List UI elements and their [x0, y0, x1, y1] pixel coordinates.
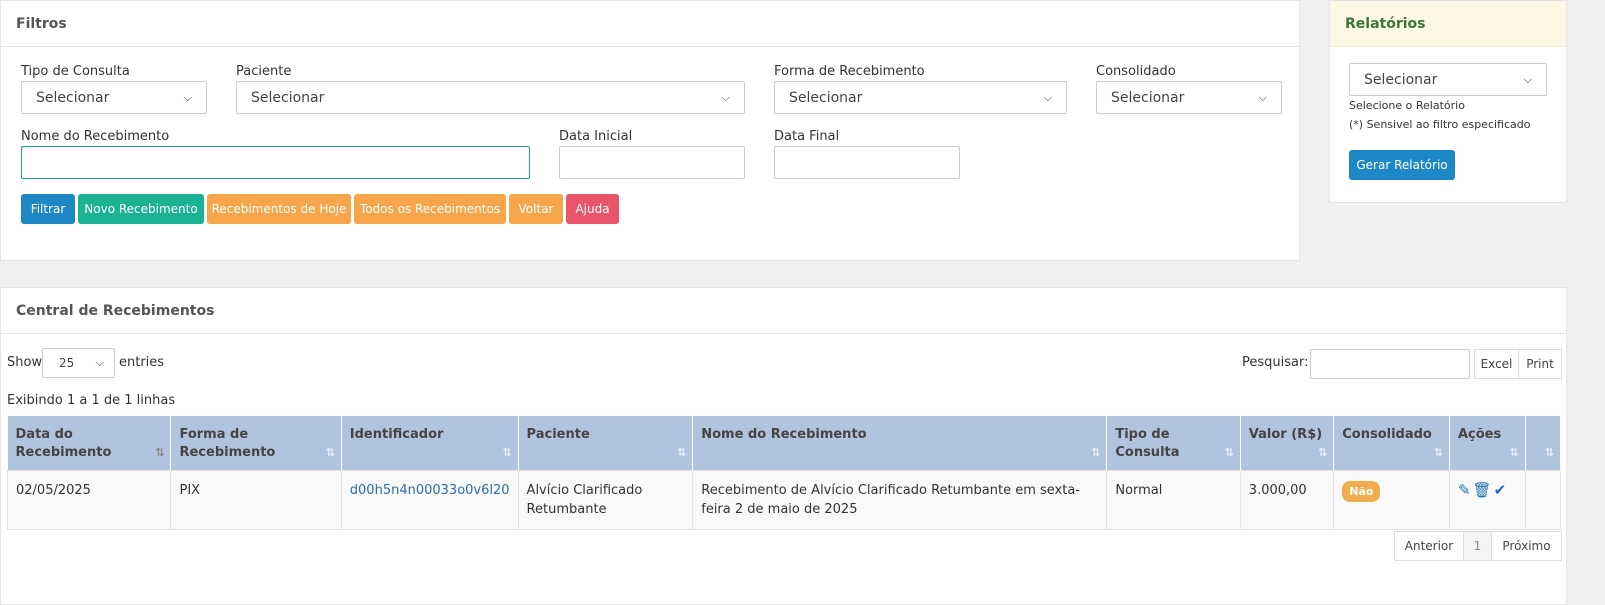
nome-recebimento-label: Nome do Recebimento	[21, 129, 170, 144]
relatorios-panel: Relatórios Selecionar ⌵ Selecione o Rela…	[1329, 0, 1567, 203]
filtros-panel: Filtros Tipo de Consulta Selecionar ⌵ Pa…	[0, 0, 1300, 261]
ajuda-button[interactable]: Ajuda	[566, 194, 619, 224]
data-inicial-label: Data Inicial	[559, 129, 633, 144]
print-button[interactable]: Print	[1518, 349, 1562, 379]
forma-recebimento-label: Forma de Recebimento	[774, 64, 925, 79]
sort-icon: ⇅	[1433, 446, 1443, 459]
search-label: Pesquisar:	[1242, 355, 1309, 370]
relatorio-select-value: Selecionar	[1364, 71, 1438, 88]
sort-icon: ⇅	[677, 446, 687, 459]
tipo-consulta-label: Tipo de Consulta	[21, 64, 130, 79]
col-consolidado-label: Consolidado	[1342, 427, 1432, 442]
show-label: Show	[7, 355, 43, 370]
filtros-title: Filtros	[1, 1, 1299, 47]
search-input[interactable]	[1310, 349, 1470, 379]
central-panel: Central de Recebimentos Show 25 ⌵ entrie…	[0, 287, 1567, 605]
col-tipo[interactable]: Tipo de Consulta ⇅	[1106, 416, 1241, 471]
sort-icon: ⇅	[1091, 446, 1101, 459]
chevron-down-icon: ⌵	[1043, 90, 1052, 104]
cell-tipo: Normal	[1106, 470, 1241, 530]
col-nome-label: Nome do Recebimento	[701, 427, 867, 442]
col-acoes[interactable]: Ações ⇅	[1449, 416, 1526, 471]
paciente-label: Paciente	[236, 64, 292, 79]
pagination-page-1[interactable]: 1	[1463, 531, 1492, 561]
status-badge: Não	[1342, 481, 1381, 502]
relatorios-title: Relatórios	[1330, 1, 1566, 47]
excel-button[interactable]: Excel	[1474, 349, 1519, 379]
relatorio-select[interactable]: Selecionar ⌵	[1349, 63, 1547, 96]
col-valor[interactable]: Valor (R$) ⇅	[1240, 416, 1335, 471]
data-final-input[interactable]	[774, 146, 960, 179]
sort-icon: ⇅	[502, 446, 512, 459]
col-identificador-label: Identificador	[349, 427, 444, 442]
trash-icon[interactable]: 🗑︎	[1473, 481, 1492, 499]
cell-extra	[1524, 470, 1561, 530]
relatorio-hint: Selecione o Relatório	[1349, 99, 1465, 112]
entries-select[interactable]: 25 ⌵	[42, 348, 115, 378]
cell-identificador-link[interactable]: d00h5n4n00033o0v6l20	[340, 470, 519, 530]
voltar-button[interactable]: Voltar	[509, 194, 563, 224]
chevron-down-icon: ⌵	[1523, 72, 1532, 86]
forma-recebimento-select[interactable]: Selecionar ⌵	[774, 81, 1067, 114]
cell-data: 02/05/2025	[6, 470, 172, 530]
recebimentos-table: Data do Recebimento ⇅ Forma de Recebiment…	[6, 416, 1561, 530]
recebimentos-hoje-button[interactable]: Recebimentos de Hoje	[207, 194, 351, 224]
sort-asc-icon: ⇅	[155, 446, 165, 459]
novo-recebimento-button[interactable]: Novo Recebimento	[78, 194, 204, 224]
entries-label: entries	[119, 355, 165, 370]
consolidado-value: Selecionar	[1111, 89, 1185, 106]
chevron-down-icon: ⌵	[721, 90, 730, 104]
sort-icon: ⇅	[1509, 446, 1519, 459]
sort-icon: ⇅	[325, 446, 335, 459]
col-forma[interactable]: Forma de Recebimento ⇅	[170, 416, 342, 471]
col-data-label: Data do Recebimento	[15, 427, 112, 460]
col-identificador[interactable]: Identificador ⇅	[341, 416, 519, 471]
pagination-prev[interactable]: Anterior	[1394, 531, 1464, 561]
col-paciente-label: Paciente	[526, 427, 590, 442]
paciente-select[interactable]: Selecionar ⌵	[236, 81, 745, 114]
cell-forma: PIX	[170, 470, 342, 530]
col-data[interactable]: Data do Recebimento ⇅	[7, 416, 172, 471]
table-info: Exibindo 1 a 1 de 1 linhas	[7, 393, 176, 408]
todos-recebimentos-button[interactable]: Todos os Recebimentos	[354, 194, 506, 224]
edit-icon[interactable]: ✎	[1458, 481, 1471, 499]
col-consolidado[interactable]: Consolidado ⇅	[1333, 416, 1450, 471]
nome-recebimento-input[interactable]	[21, 146, 530, 179]
cell-valor: 3.000,00	[1239, 470, 1335, 530]
chevron-down-icon: ⌵	[1258, 90, 1267, 104]
relatorio-filter-note: (*) Sensivel ao filtro especificado	[1349, 118, 1531, 131]
col-forma-label: Forma de Recebimento	[179, 427, 276, 460]
data-inicial-input[interactable]	[559, 146, 745, 179]
consolidado-select[interactable]: Selecionar ⌵	[1096, 81, 1282, 114]
consolidado-label: Consolidado	[1096, 64, 1176, 79]
col-valor-label: Valor (R$)	[1248, 427, 1323, 442]
chevron-down-icon: ⌵	[183, 90, 192, 104]
filtrar-button[interactable]: Filtrar	[21, 194, 75, 224]
table-header-row: Data do Recebimento ⇅ Forma de Recebiment…	[7, 416, 1561, 471]
sort-icon: ⇅	[1224, 446, 1234, 459]
cell-paciente: Alvício Clarificado Retumbante	[517, 470, 694, 530]
cell-nome: Recebimento de Alvício Clarificado Retum…	[692, 470, 1108, 530]
cell-acoes: ✎ 🗑︎ ✔︎	[1448, 470, 1526, 530]
central-title: Central de Recebimentos	[1, 288, 1566, 334]
check-icon[interactable]: ✔︎	[1494, 481, 1507, 499]
col-nome[interactable]: Nome do Recebimento ⇅	[692, 416, 1108, 471]
cell-consolidado: Não	[1333, 470, 1450, 530]
entries-value: 25	[59, 356, 75, 370]
col-extra[interactable]: ⇅	[1525, 416, 1561, 471]
paciente-value: Selecionar	[251, 89, 325, 106]
col-tipo-label: Tipo de Consulta	[1115, 427, 1180, 460]
sort-icon: ⇅	[1318, 446, 1328, 459]
tipo-consulta-value: Selecionar	[36, 89, 110, 106]
col-paciente[interactable]: Paciente ⇅	[518, 416, 694, 471]
table-row: 02/05/2025 PIX d00h5n4n00033o0v6l20 Alví…	[6, 470, 1561, 530]
tipo-consulta-select[interactable]: Selecionar ⌵	[21, 81, 207, 114]
sort-icon: ⇅	[1544, 446, 1554, 459]
data-final-label: Data Final	[774, 129, 840, 144]
pagination-next[interactable]: Próximo	[1491, 531, 1562, 561]
chevron-down-icon: ⌵	[95, 356, 104, 369]
forma-recebimento-value: Selecionar	[789, 89, 863, 106]
col-acoes-label: Ações	[1457, 427, 1502, 442]
gerar-relatorio-button[interactable]: Gerar Relatório	[1349, 150, 1455, 180]
